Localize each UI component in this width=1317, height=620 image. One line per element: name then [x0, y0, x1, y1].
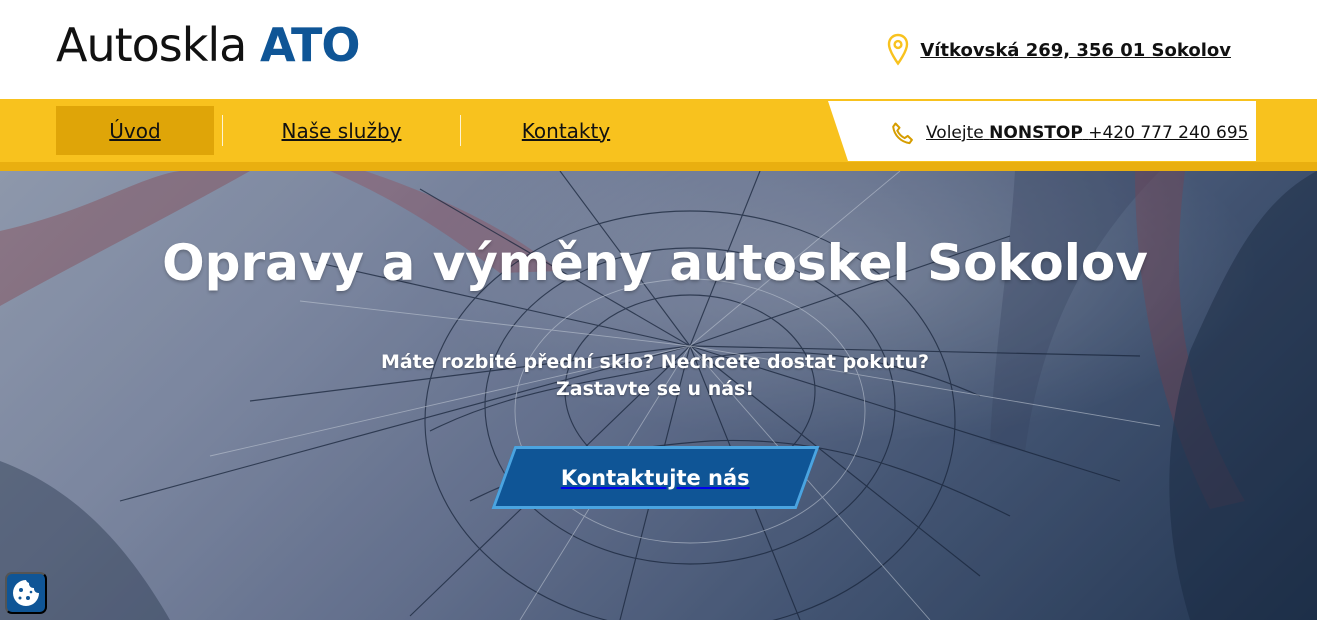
phone-link[interactable]: Volejte NONSTOP +420 777 240 695 [926, 123, 1248, 143]
phone-contact-box: Volejte NONSTOP +420 777 240 695 [828, 101, 1256, 161]
address-block: Vítkovská 269, 356 01 Sokolov [886, 33, 1231, 67]
cookie-settings-button[interactable] [5, 572, 47, 614]
phone-number: +420 777 240 695 [1088, 123, 1249, 143]
nav-item-nase-sluzby[interactable]: Naše služby [223, 106, 460, 155]
cookie-icon [13, 580, 39, 606]
phone-prefix: Volejte [926, 123, 984, 143]
logo-main-text: Autoskla [56, 18, 247, 72]
hero-subtitle-line-1: Máte rozbité přední sklo? Nechcete dosta… [380, 351, 930, 373]
address-link[interactable]: Vítkovská 269, 356 01 Sokolov [920, 40, 1231, 61]
map-pin-icon [888, 33, 909, 66]
site-logo[interactable]: Autoskla ATO [56, 18, 361, 72]
main-navigation: Úvod Naše služby Kontakty Volejte NONSTO… [0, 99, 1317, 171]
phone-nonstop: NONSTOP [989, 123, 1083, 143]
phone-icon [892, 122, 913, 145]
site-header: Autoskla ATO Vítkovská 269, 356 01 Sokol… [0, 0, 1317, 100]
nav-item-uvod[interactable]: Úvod [56, 106, 214, 155]
contact-us-label: Kontaktujte nás [561, 465, 750, 490]
contact-us-button[interactable]: Kontaktujte nás [491, 446, 820, 509]
hero-section: Opravy a výměny autoskel Sokolov Máte ro… [0, 171, 1317, 620]
hero-subtitle-line-2: Zastavte se u nás! [555, 378, 755, 400]
hero-title: Opravy a výměny autoskel Sokolov [162, 234, 1148, 292]
hero-subtitle: Máte rozbité přední sklo? Nechcete dosta… [0, 349, 1310, 403]
logo-accent-text: ATO [260, 18, 361, 72]
nav-item-kontakty[interactable]: Kontakty [461, 106, 671, 155]
